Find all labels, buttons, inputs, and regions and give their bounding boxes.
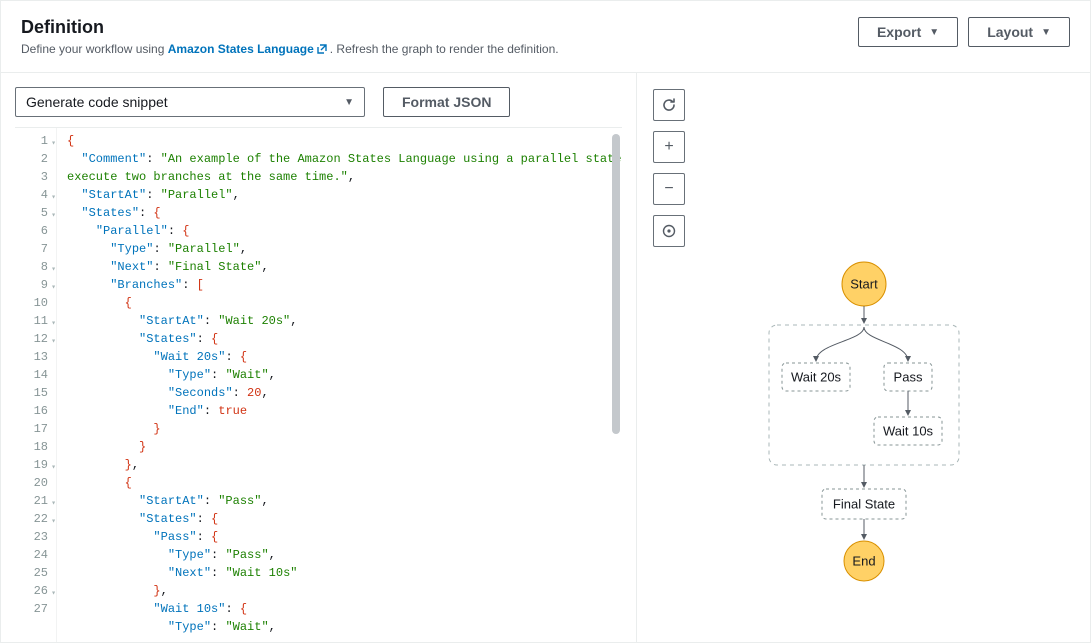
line-number: 7	[15, 240, 56, 258]
code-pane: Generate code snippet ▼ Format JSON 1234…	[1, 73, 637, 642]
graph-controls: + −	[653, 89, 1074, 247]
end-label: End	[852, 554, 875, 569]
line-gutter: 1234567891011121314151617181920212223242…	[15, 128, 57, 642]
line-number: 23	[15, 528, 56, 546]
final-node	[822, 489, 906, 519]
split-view: Generate code snippet ▼ Format JSON 1234…	[1, 72, 1090, 642]
line-number: 4	[15, 186, 56, 204]
scrollbar[interactable]	[612, 134, 620, 434]
line-number: 21	[15, 492, 56, 510]
line-number: 18	[15, 438, 56, 456]
line-number: 1	[15, 132, 56, 150]
pass-label: Pass	[893, 370, 922, 385]
target-icon	[661, 223, 677, 239]
line-number: 2	[15, 150, 56, 168]
caret-down-icon: ▼	[929, 27, 939, 38]
editor-toolbar: Generate code snippet ▼ Format JSON	[15, 87, 622, 117]
line-number: 11	[15, 312, 56, 330]
subtitle-prefix: Define your workflow using	[21, 42, 168, 56]
caret-down-icon: ▼	[344, 97, 354, 108]
parallel-container	[769, 325, 959, 465]
wait20-node	[782, 363, 850, 391]
subtitle: Define your workflow using Amazon States…	[21, 42, 559, 58]
snippet-select[interactable]: Generate code snippet ▼	[15, 87, 365, 117]
line-number: 19	[15, 456, 56, 474]
definition-panel: Definition Define your workflow using Am…	[0, 0, 1091, 643]
line-number: 5	[15, 204, 56, 222]
header: Definition Define your workflow using Am…	[1, 1, 1090, 72]
refresh-button[interactable]	[653, 89, 685, 121]
snippet-select-label: Generate code snippet	[26, 94, 168, 110]
edge	[816, 327, 864, 361]
line-number: 13	[15, 348, 56, 366]
plus-icon: +	[664, 138, 673, 156]
line-number: 12	[15, 330, 56, 348]
line-number: 3	[15, 168, 56, 186]
zoom-in-button[interactable]: +	[653, 131, 685, 163]
end-node	[844, 541, 884, 581]
line-number: 22	[15, 510, 56, 528]
pass-node	[884, 363, 932, 391]
page-title: Definition	[21, 17, 559, 38]
line-number: 14	[15, 366, 56, 384]
header-actions: Export▼ Layout▼	[858, 17, 1070, 47]
code-editor[interactable]: 1234567891011121314151617181920212223242…	[15, 127, 622, 642]
start-label: Start	[850, 277, 878, 292]
line-number: 24	[15, 546, 56, 564]
subtitle-suffix: . Refresh the graph to render the defini…	[330, 42, 559, 56]
caret-down-icon: ▼	[1041, 27, 1051, 38]
line-number: 8	[15, 258, 56, 276]
graph-svg: Start Wait 20s Pass	[754, 261, 974, 591]
line-number: 6	[15, 222, 56, 240]
wait10-label: Wait 10s	[882, 424, 933, 439]
line-number: 20	[15, 474, 56, 492]
line-number: 16	[15, 402, 56, 420]
start-node	[842, 262, 886, 306]
layout-button[interactable]: Layout▼	[968, 17, 1070, 47]
line-number: 26	[15, 582, 56, 600]
header-left: Definition Define your workflow using Am…	[21, 17, 559, 58]
minus-icon: −	[664, 180, 673, 198]
line-number: 10	[15, 294, 56, 312]
line-number: 17	[15, 420, 56, 438]
export-button[interactable]: Export▼	[858, 17, 958, 47]
format-json-button[interactable]: Format JSON	[383, 87, 510, 117]
center-button[interactable]	[653, 215, 685, 247]
final-label: Final State	[832, 497, 894, 512]
line-number: 9	[15, 276, 56, 294]
line-number: 25	[15, 564, 56, 582]
line-number: 15	[15, 384, 56, 402]
zoom-out-button[interactable]: −	[653, 173, 685, 205]
graph-pane: + − Start	[637, 73, 1090, 642]
refresh-icon	[661, 97, 677, 113]
wait20-label: Wait 20s	[790, 370, 841, 385]
external-link-icon	[316, 43, 328, 58]
wait10-node	[874, 417, 942, 445]
edge	[864, 327, 908, 361]
code-content[interactable]: { "Comment": "An example of the Amazon S…	[57, 128, 622, 642]
asl-link[interactable]: Amazon States Language	[168, 42, 330, 56]
line-number: 27	[15, 600, 56, 618]
